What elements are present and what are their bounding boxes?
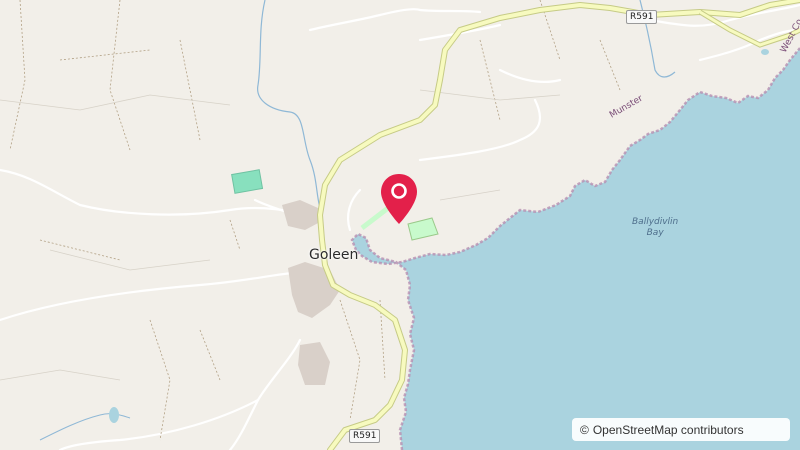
bay-label-line2: Bay [646,228,664,238]
bay-label: Ballydivlin Bay [632,217,678,239]
copyright-icon: © [580,422,589,437]
map-view[interactable]: Goleen Ballydivlin Bay Munster West Co R… [0,0,800,450]
road-shield-r591-south: R591 [349,429,381,443]
attribution[interactable]: © OpenStreetMap contributors [572,418,790,441]
map-pin-icon[interactable] [379,172,419,226]
bay-label-line1: Ballydivlin [632,217,679,227]
attribution-link[interactable]: OpenStreetMap contributors [593,423,744,437]
place-label-goleen: Goleen [309,247,359,263]
road-shield-r591-north: R591 [626,10,658,24]
